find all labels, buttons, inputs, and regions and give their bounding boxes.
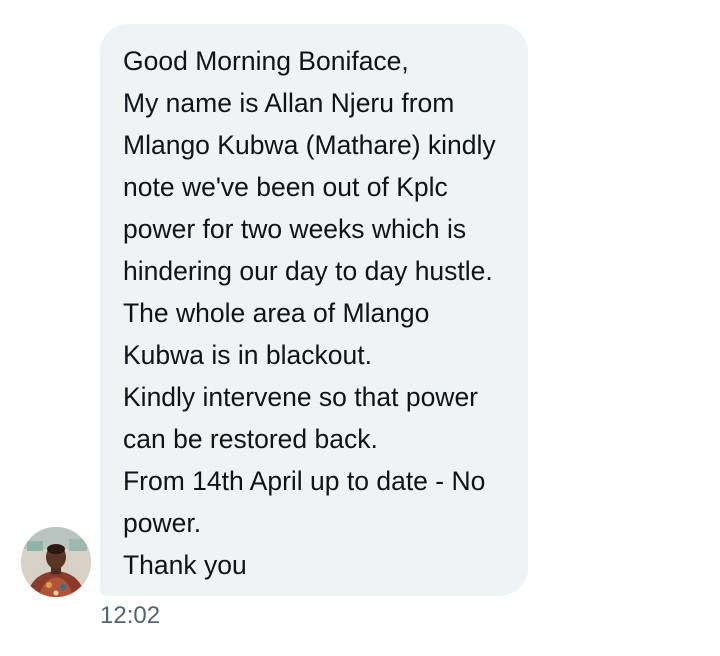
message-line: note we've been out of Kplc — [123, 172, 448, 202]
message-line: power for two weeks which is — [123, 214, 467, 244]
message-timestamp: 12:02 — [100, 602, 161, 629]
message-line: Thank you — [123, 550, 247, 580]
message-line: hindering our day to day hustle. — [123, 256, 493, 286]
message-line: From 14th April up to date - No — [123, 466, 486, 496]
message-line: can be restored back. — [123, 424, 378, 454]
user-photo-avatar-icon — [21, 527, 91, 597]
message-line: power. — [123, 508, 202, 538]
message-bubble[interactable]: Good Morning Boniface, My name is Allan … — [100, 24, 528, 596]
message-line: The whole area of Mlango — [123, 298, 430, 328]
message-line: My name is Allan Njeru from — [123, 88, 455, 118]
sender-avatar[interactable] — [21, 527, 91, 597]
dm-conversation: Good Morning Boniface, My name is Allan … — [0, 0, 720, 656]
message-line: Mlango Kubwa (Mathare) kindly — [123, 130, 496, 160]
message-line: Kindly intervene so that power — [123, 382, 479, 412]
message-line: Kubwa is in blackout. — [123, 340, 372, 370]
message-line: Good Morning Boniface, — [123, 46, 409, 76]
